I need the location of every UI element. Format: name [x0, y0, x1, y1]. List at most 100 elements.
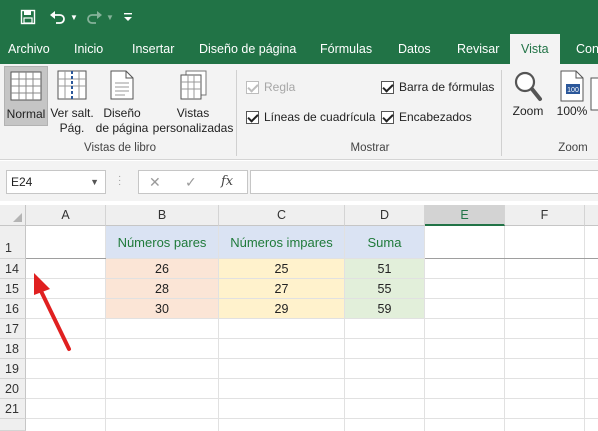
cancel-icon[interactable]: ✕	[149, 174, 161, 191]
redo-icon	[84, 7, 104, 27]
cell-c16[interactable]: 29	[219, 299, 345, 319]
row-header-14[interactable]: 14	[0, 259, 26, 279]
zoom-label: Zoom	[512, 104, 544, 118]
column-header-d[interactable]: D	[345, 205, 425, 226]
title-bar: ▼ ▼	[0, 0, 598, 34]
save-icon[interactable]	[18, 7, 38, 27]
cell-c15[interactable]: 27	[219, 279, 345, 299]
headings-checkbox[interactable]: Encabezados	[381, 110, 472, 124]
zoom-100-label: 100%	[556, 104, 588, 118]
regla-checkbox: Regla	[246, 80, 295, 94]
zoom-to-selection-icon[interactable]	[590, 74, 598, 138]
cell-d16[interactable]: 59	[345, 299, 425, 319]
row-header-1[interactable]: 1	[0, 226, 26, 259]
row-header-17[interactable]: 17	[0, 319, 26, 339]
headings-check-box[interactable]	[381, 110, 394, 124]
regla-label: Regla	[264, 80, 296, 94]
redo-dropdown-icon: ▼	[106, 12, 114, 22]
ribbon-tabs: Archivo Inicio Insertar Diseño de página…	[0, 34, 598, 64]
row-header-19[interactable]: 19	[0, 359, 26, 379]
cell-c14[interactable]: 25	[219, 259, 345, 279]
name-box-value: E24	[11, 175, 33, 189]
column-header-a[interactable]: A	[26, 205, 106, 226]
normal-view-button[interactable]: Normal	[4, 66, 48, 126]
enter-icon[interactable]: ✓	[185, 174, 197, 191]
insert-function-icon[interactable]: fx	[221, 174, 233, 189]
zoom-100-button[interactable]: 100 100%	[552, 68, 592, 128]
ribbon-vista: Normal Ver salt. Pág. Diseño de página V…	[0, 64, 598, 160]
worksheet-grid[interactable]: A B C D E F 1 14 15 16 17 18 19 20 21 Nú…	[0, 201, 598, 431]
row-header-20[interactable]: 20	[0, 379, 26, 399]
group-separator	[501, 70, 502, 156]
page-layout-view-button[interactable]: Diseño de página	[94, 68, 150, 140]
name-box[interactable]: E24 ▼	[6, 170, 106, 194]
custom-views-label-2: personalizadas	[152, 121, 234, 135]
gridlines-checkbox[interactable]: Líneas de cuadrícula	[246, 110, 375, 124]
column-header-e[interactable]: E	[425, 205, 505, 226]
page-break-preview-label-2: Pág.	[59, 121, 85, 135]
row-header-18[interactable]: 18	[0, 339, 26, 359]
normal-view-icon	[10, 71, 42, 101]
regla-check-box	[246, 80, 259, 94]
select-all-button[interactable]	[0, 205, 26, 226]
cell-d14[interactable]: 51	[345, 259, 425, 279]
tab-archivo[interactable]: Archivo	[8, 34, 50, 64]
page-layout-view-icon	[110, 70, 134, 100]
formula-bar-grip-icon: · · ·	[118, 171, 122, 190]
column-header-f[interactable]: F	[505, 205, 585, 226]
formula-commands: ✕ ✓ fx	[138, 170, 248, 194]
normal-view-label: Normal	[6, 107, 46, 121]
zoom-100-icon: 100	[559, 70, 585, 102]
magnifier-icon	[513, 70, 543, 102]
tab-insertar[interactable]: Insertar	[132, 34, 174, 64]
tab-con[interactable]: Con	[576, 34, 598, 64]
page-layout-view-label-2: de página	[95, 121, 149, 135]
row-header-15[interactable]: 15	[0, 279, 26, 299]
formula-bar-checkbox[interactable]: Barra de fórmulas	[381, 80, 494, 94]
formula-bar: E24 ▼ · · · ✕ ✓ fx	[0, 161, 598, 201]
page-break-preview-label-1: Ver salt.	[50, 106, 94, 120]
cell-b15[interactable]: 28	[106, 279, 219, 299]
tab-diseno-de-pagina[interactable]: Diseño de página	[199, 34, 296, 64]
custom-views-label-1: Vistas	[176, 106, 210, 120]
tab-formulas[interactable]: Fórmulas	[320, 34, 372, 64]
annotation-arrow-icon	[34, 273, 71, 351]
tab-revisar[interactable]: Revisar	[457, 34, 499, 64]
undo-icon[interactable]	[48, 7, 68, 27]
page-layout-view-label-1: Diseño	[103, 106, 141, 120]
formula-bar-check-box[interactable]	[381, 80, 394, 94]
custom-views-button[interactable]: Vistas personalizadas	[150, 68, 236, 140]
group-label-vistas: Vistas de libro	[83, 142, 157, 154]
zoom-button[interactable]: Zoom	[506, 68, 550, 128]
column-header-c[interactable]: C	[219, 205, 345, 226]
group-label-mostrar: Mostrar	[350, 142, 390, 154]
custom-views-icon	[179, 70, 207, 100]
column-header-b[interactable]: B	[106, 205, 219, 226]
tab-vista[interactable]: Vista	[510, 34, 560, 64]
page-break-preview-button[interactable]: Ver salt. Pág.	[50, 68, 94, 140]
undo-dropdown-icon[interactable]: ▼	[69, 7, 79, 27]
formula-bar-label: Barra de fórmulas	[399, 80, 495, 94]
gridlines-label: Líneas de cuadrícula	[264, 110, 376, 124]
column-header-g[interactable]	[585, 205, 598, 226]
headings-label: Encabezados	[399, 110, 472, 124]
name-box-dropdown-icon[interactable]: ▼	[90, 171, 99, 193]
tab-inicio[interactable]: Inicio	[74, 34, 103, 64]
page-break-preview-icon	[57, 70, 87, 100]
customize-qat-icon[interactable]	[122, 7, 134, 27]
cell-d15[interactable]: 55	[345, 279, 425, 299]
row-header-21[interactable]: 21	[0, 399, 26, 419]
cell-b14[interactable]: 26	[106, 259, 219, 279]
row-header-16[interactable]: 16	[0, 299, 26, 319]
cell-d1[interactable]: Suma	[345, 226, 425, 259]
cell-b16[interactable]: 30	[106, 299, 219, 319]
tab-datos[interactable]: Datos	[398, 34, 431, 64]
gridlines-check-box[interactable]	[246, 110, 259, 124]
row-header-22[interactable]	[0, 419, 26, 431]
cell-c1[interactable]: Números impares	[219, 226, 345, 259]
cell-b1[interactable]: Números pares	[106, 226, 219, 259]
group-label-zoom: Zoom	[558, 142, 588, 154]
formula-input[interactable]	[250, 170, 598, 194]
svg-text:100: 100	[567, 87, 579, 94]
group-separator	[236, 70, 237, 156]
